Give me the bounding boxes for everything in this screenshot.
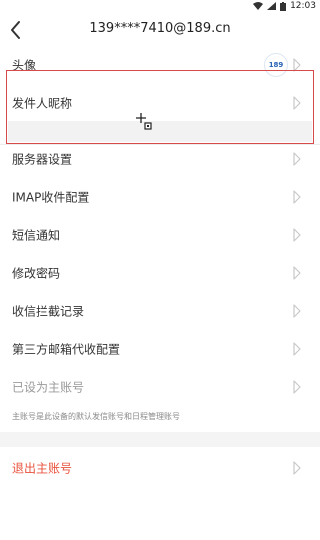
row-pressed-strip [8, 121, 312, 142]
move-cursor-icon [136, 113, 152, 130]
server-settings-label: 服务器设置 [12, 152, 73, 167]
section-separator [0, 432, 320, 447]
chevron-right-icon [293, 380, 301, 394]
blocked-mail-label: 收信拦截记录 [12, 304, 85, 319]
row-server-settings[interactable]: 服务器设置 [0, 140, 320, 178]
chevron-right-icon [293, 304, 301, 318]
chevron-right-icon [293, 342, 301, 356]
imap-settings-label: IMAP收件配置 [12, 190, 90, 205]
change-password-label: 修改密码 [12, 266, 61, 281]
signal-icon [267, 2, 277, 10]
chevron-right-icon [293, 266, 301, 280]
header: 139****7410@189.cn [0, 14, 320, 46]
chevron-right-icon [293, 461, 301, 475]
third-party-collect-label: 第三方邮箱代收配置 [12, 342, 121, 357]
row-sender-nickname[interactable]: 发件人昵称 [0, 84, 320, 122]
battery-icon [280, 1, 287, 11]
chevron-right-icon [293, 190, 301, 204]
status-time: 12:03 [290, 1, 316, 11]
row-third-party-collect[interactable]: 第三方邮箱代收配置 [0, 330, 320, 368]
chevron-right-icon [293, 228, 301, 242]
chevron-right-icon [293, 152, 301, 166]
status-icons: 12:03 [253, 1, 316, 11]
logout-label: 退出主账号 [12, 461, 73, 476]
status-bar: 12:03 [0, 0, 320, 14]
row-set-primary[interactable]: 已设为主账号 [0, 368, 320, 406]
primary-account-note: 主账号是此设备的默认发信账号和日程管理账号 [12, 412, 180, 421]
avatar-badge-text: 189 [268, 61, 284, 69]
row-logout[interactable]: 退出主账号 [0, 449, 320, 487]
chevron-right-icon [293, 96, 301, 110]
page-title: 139****7410@189.cn [89, 21, 231, 36]
row-change-password[interactable]: 修改密码 [0, 254, 320, 292]
row-blocked-mail[interactable]: 收信拦截记录 [0, 292, 320, 330]
sender-nickname-label: 发件人昵称 [12, 96, 73, 111]
set-primary-label: 已设为主账号 [12, 380, 85, 395]
wifi-icon [253, 2, 264, 10]
row-sms-notification[interactable]: 短信通知 [0, 216, 320, 254]
sms-notification-label: 短信通知 [12, 228, 61, 243]
row-imap-settings[interactable]: IMAP收件配置 [0, 178, 320, 216]
